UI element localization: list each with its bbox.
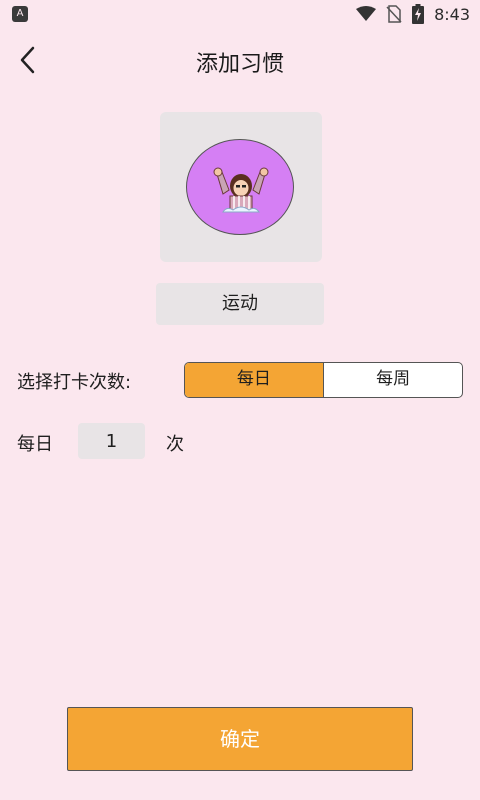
frequency-option-weekly[interactable]: 每周 bbox=[324, 363, 462, 397]
app-notification-icon: A bbox=[12, 6, 28, 22]
count-input[interactable] bbox=[78, 423, 145, 459]
cheering-person-icon bbox=[213, 167, 269, 213]
battery-charging-icon bbox=[412, 4, 425, 24]
habit-icon-circle bbox=[186, 139, 294, 235]
frequency-segmented-control: 每日 每周 bbox=[184, 362, 463, 398]
page-title: 添加习惯 bbox=[195, 52, 284, 77]
count-prefix-label: 每日 bbox=[17, 434, 53, 455]
habit-category-label[interactable]: 运动 bbox=[156, 283, 324, 325]
frequency-option-daily[interactable]: 每日 bbox=[185, 363, 323, 397]
status-time: 8:43 bbox=[434, 4, 470, 24]
no-sim-icon bbox=[386, 5, 402, 23]
habit-icon-card[interactable] bbox=[160, 112, 322, 262]
header: 添加习惯 bbox=[0, 28, 480, 92]
frequency-label: 选择打卡次数: bbox=[17, 372, 132, 393]
wifi-icon bbox=[356, 6, 377, 21]
status-bar: A 8:43 bbox=[0, 0, 480, 28]
status-icons: 8:43 bbox=[356, 4, 470, 24]
confirm-button[interactable]: 确定 bbox=[67, 707, 413, 771]
count-suffix-label: 次 bbox=[166, 434, 184, 455]
